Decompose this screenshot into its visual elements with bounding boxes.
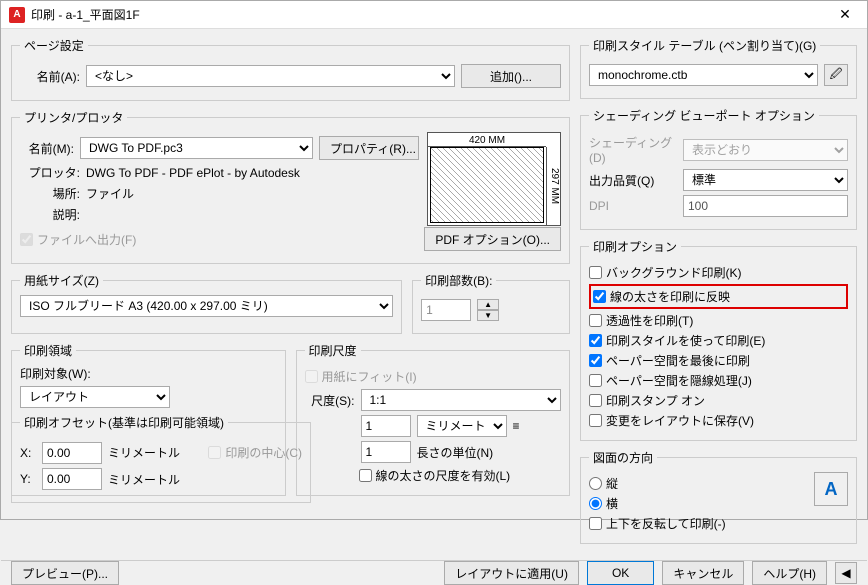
desc-label: 説明: — [20, 206, 80, 223]
scale-len-label: 長さの単位(N) — [417, 444, 494, 461]
offset-x-unit: ミリメートル — [108, 444, 180, 461]
printer-legend: プリンタ/プロッタ — [20, 109, 127, 126]
ok-button[interactable]: OK — [587, 561, 654, 585]
scale-ratio-select[interactable]: 1:1 — [361, 389, 562, 411]
plotter-label: プロッタ: — [20, 164, 80, 181]
copies-label: 印刷部数(B): — [421, 272, 496, 289]
close-button[interactable]: ✕ — [823, 1, 867, 29]
shading-label: シェーディング(D) — [589, 134, 677, 165]
plot-target-label: 印刷対象(W): — [20, 365, 277, 382]
center-checkbox: 印刷の中心(C) — [208, 444, 302, 461]
where-value: ファイル — [86, 185, 134, 202]
fit-checkbox: 用紙にフィット(I) — [305, 368, 562, 385]
opt-save-layout-checkbox[interactable]: 変更をレイアウトに保存(V) — [589, 412, 848, 429]
paper-preview: 420 MM 297 MM — [427, 132, 561, 226]
preview-button[interactable]: プレビュー(P)... — [11, 561, 119, 585]
plot-offset-legend: 印刷オフセット(基準は印刷可能領域) — [20, 414, 228, 431]
titlebar[interactable]: A 印刷 - a-1_平面図1F ✕ — [1, 1, 867, 29]
opt-hidden-checkbox[interactable]: ペーパー空間を隠線処理(J) — [589, 372, 848, 389]
scale-ratio-label: 尺度(S): — [305, 392, 355, 409]
dpi-input — [683, 195, 848, 217]
plotter-value: DWG To PDF - PDF ePlot - by Autodesk — [86, 166, 300, 180]
quality-select[interactable]: 標準 — [683, 169, 848, 191]
offset-x-input[interactable] — [42, 442, 102, 464]
properties-button[interactable]: プロパティ(R)... — [319, 136, 419, 160]
orientation-group: 図面の方向 A 縦 横 上下を反転して印刷(-) — [580, 449, 857, 544]
printer-name-select[interactable]: DWG To PDF.pc3 — [80, 137, 313, 159]
opt-bg-checkbox[interactable]: バックグラウンド印刷(K) — [589, 264, 848, 281]
page-name-label: 名前(A): — [20, 68, 80, 85]
scale-len-input[interactable] — [361, 441, 411, 463]
offset-y-input[interactable] — [42, 468, 102, 490]
app-icon: A — [9, 7, 25, 23]
plot-target-select[interactable]: レイアウト — [20, 386, 170, 408]
opt-use-style-checkbox[interactable]: 印刷スタイルを使って印刷(E) — [589, 332, 848, 349]
copies-down-button[interactable]: ▼ — [477, 310, 499, 321]
plot-options-legend: 印刷オプション — [589, 238, 681, 255]
collapse-button[interactable]: ◀ — [835, 562, 857, 584]
quality-label: 出力品質(Q) — [589, 172, 677, 189]
shading-group: シェーディング ビューポート オプション シェーディング(D) 表示どおり 出力品… — [580, 107, 857, 230]
scale-mm-input[interactable] — [361, 415, 411, 437]
opt-stamp-checkbox[interactable]: 印刷スタンプ オン — [589, 392, 848, 409]
help-button[interactable]: ヘルプ(H) — [752, 561, 827, 585]
plot-options-group: 印刷オプション バックグラウンド印刷(K) 線の太さを印刷に反映 透過性を印刷(… — [580, 238, 857, 441]
opt-lw-checkbox[interactable]: 線の太さを印刷に反映 — [593, 288, 844, 305]
dpi-label: DPI — [589, 199, 677, 213]
offset-x-label: X: — [20, 446, 36, 460]
plot-style-legend: 印刷スタイル テーブル (ペン割り当て)(G) — [589, 37, 820, 54]
to-file-checkbox: ファイルへ出力(F) — [20, 231, 136, 248]
window-title: 印刷 - a-1_平面図1F — [31, 6, 823, 23]
pdf-options-button[interactable]: PDF オプション(O)... — [424, 227, 561, 251]
opt-lw-highlight: 線の太さを印刷に反映 — [589, 284, 848, 309]
shading-legend: シェーディング ビューポート オプション — [589, 107, 819, 124]
paper-size-select[interactable]: ISO フルブリード A3 (420.00 x 297.00 ミリ) — [20, 295, 393, 317]
opt-paper-last-checkbox[interactable]: ペーパー空間を最後に印刷 — [589, 352, 848, 369]
plot-area-legend: 印刷領域 — [20, 342, 76, 359]
offset-y-unit: ミリメートル — [108, 471, 180, 488]
shading-select: 表示どおり — [683, 139, 848, 161]
orientation-icon: A — [814, 472, 848, 506]
copies-group: 印刷部数(B): ▲ ▼ — [412, 272, 570, 334]
equals-icon: ≡ — [513, 419, 520, 433]
upside-checkbox[interactable]: 上下を反転して印刷(-) — [589, 515, 848, 532]
page-settings-legend: ページ設定 — [20, 37, 88, 54]
opt-trans-checkbox[interactable]: 透過性を印刷(T) — [589, 312, 848, 329]
apply-button[interactable]: レイアウトに適用(U) — [444, 561, 579, 585]
plot-style-select[interactable]: monochrome.ctb — [589, 64, 818, 86]
plot-scale-legend: 印刷尺度 — [305, 342, 361, 359]
plot-style-group: 印刷スタイル テーブル (ペン割り当て)(G) monochrome.ctb 🖉 — [580, 37, 857, 99]
dialog-buttons: プレビュー(P)... レイアウトに適用(U) OK キャンセル ヘルプ(H) … — [1, 560, 867, 585]
paper-size-legend: 用紙サイズ(Z) — [20, 272, 103, 289]
where-label: 場所: — [20, 185, 80, 202]
offset-y-label: Y: — [20, 472, 36, 486]
scale-mm-unit-select[interactable]: ミリメートル — [417, 415, 507, 437]
page-settings-group: ページ設定 名前(A): <なし> 追加()... — [11, 37, 570, 101]
copies-up-button[interactable]: ▲ — [477, 299, 499, 310]
portrait-radio[interactable]: 縦 — [589, 475, 814, 492]
cancel-button[interactable]: キャンセル — [662, 561, 744, 585]
add-page-button[interactable]: 追加()... — [461, 64, 561, 88]
copies-input[interactable] — [421, 299, 471, 321]
printer-name-label: 名前(M): — [20, 140, 74, 157]
plot-scale-group: 印刷尺度 用紙にフィット(I) 尺度(S): 1:1 ミリメートル ≡ — [296, 342, 571, 496]
lineweight-scale-checkbox[interactable]: 線の太さの尺度を有効(L) — [359, 467, 562, 484]
print-dialog: A 印刷 - a-1_平面図1F ✕ ページ設定 名前(A): <なし> 追加(… — [0, 0, 868, 520]
page-name-select[interactable]: <なし> — [86, 65, 455, 87]
landscape-radio[interactable]: 横 — [589, 495, 814, 512]
orientation-legend: 図面の方向 — [589, 449, 657, 466]
paper-size-group: 用紙サイズ(Z) ISO フルブリード A3 (420.00 x 297.00 … — [11, 272, 402, 334]
printer-group: プリンタ/プロッタ 420 MM 297 MM 名前(M): DWG To PD… — [11, 109, 570, 264]
plot-style-edit-button[interactable]: 🖉 — [824, 64, 848, 86]
